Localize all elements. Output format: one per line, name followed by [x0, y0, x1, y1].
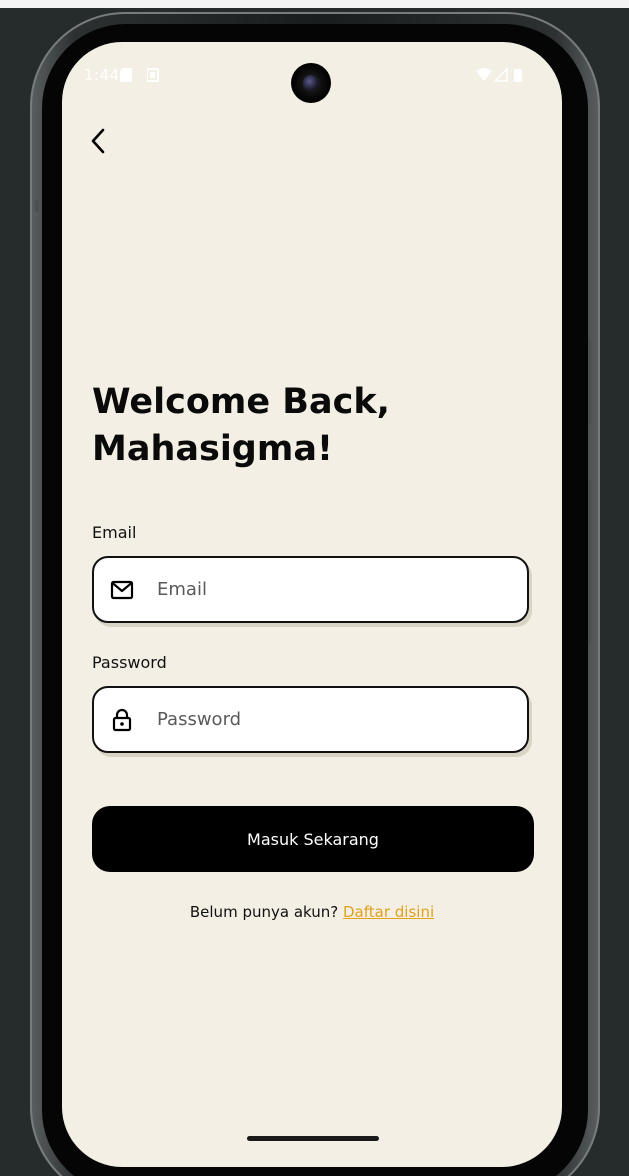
side-button-left: [35, 200, 39, 212]
title-line-1: Welcome Back,: [92, 382, 390, 422]
login-submit-button[interactable]: Masuk Sekarang: [92, 806, 534, 872]
page-title: Welcome Back, Mahasigma!: [92, 379, 532, 473]
password-label: Password: [92, 653, 167, 672]
signup-prompt-row: Belum punya akun? Daftar disini: [62, 903, 562, 921]
title-line-2: Mahasigma!: [92, 429, 333, 469]
camera-lens: [303, 75, 319, 91]
notification-icon: [146, 67, 159, 82]
lock-icon: [109, 707, 135, 733]
password-input[interactable]: [155, 708, 519, 731]
signup-prompt-text: Belum punya akun?: [189, 903, 339, 921]
email-field[interactable]: [92, 556, 529, 623]
back-button[interactable]: [84, 126, 112, 160]
mail-icon: [109, 577, 135, 603]
app-screen: 1:44 Welcome Back, Mahasigma! Email Emai…: [62, 42, 562, 1167]
email-label: Email: [92, 523, 137, 542]
status-bar: 1:44: [62, 42, 562, 104]
password-field[interactable]: [92, 686, 529, 753]
wifi-icon: [476, 67, 492, 81]
home-indicator[interactable]: [247, 1136, 379, 1141]
front-camera: [291, 63, 331, 103]
email-input[interactable]: [155, 578, 519, 601]
battery-icon: [514, 67, 522, 82]
signal-icon: [493, 67, 508, 82]
device-frame: 1:44 Welcome Back, Mahasigma! Email Emai…: [0, 0, 629, 1176]
signup-link[interactable]: Daftar disini: [343, 903, 434, 921]
status-time: 1:44: [84, 66, 120, 84]
sim-card-icon: [120, 67, 132, 82]
chevron-left-icon: [90, 128, 106, 158]
window-top-strip: [0, 0, 629, 8]
